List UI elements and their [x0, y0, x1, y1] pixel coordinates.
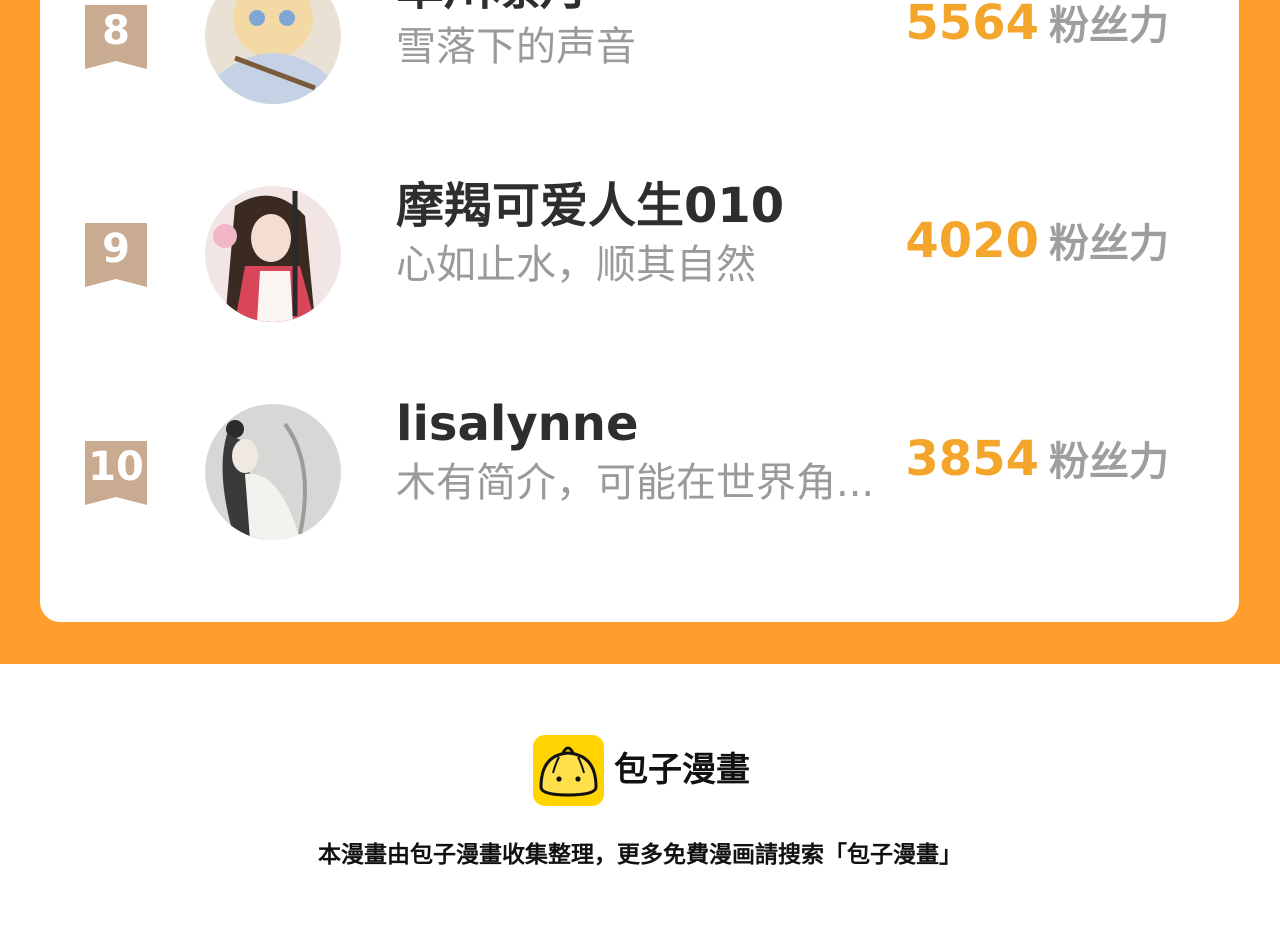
user-name[interactable]: lisalynne [396, 396, 639, 452]
rank-number: 8 [102, 8, 130, 54]
leaderboard-row[interactable]: 9 摩羯可爱人生010 心如止水，顺其自然 4020 粉丝力 [40, 168, 1239, 322]
user-name[interactable]: 摩羯可爱人生010 [396, 178, 784, 234]
avatar[interactable] [205, 0, 341, 104]
brand-name: 包子漫畫 [614, 750, 750, 790]
baozi-logo-icon [533, 735, 604, 806]
fans-score: 5564 粉丝力 [905, 0, 1169, 62]
fans-count: 4020 [905, 213, 1039, 269]
fans-count: 5564 [905, 0, 1039, 51]
user-name[interactable]: 草川凛月 [396, 0, 588, 16]
user-bio: 木有简介，可能在世界角... [396, 460, 875, 506]
user-bio: 雪落下的声音 [396, 24, 636, 70]
avatar[interactable] [205, 186, 341, 322]
source-note: 本漫畫由包子漫畫收集整理，更多免費漫画請搜索「包子漫畫」 [318, 842, 962, 868]
fans-label: 粉丝力 [1049, 221, 1169, 267]
rank-number: 10 [88, 444, 144, 490]
rank-badge: 9 [85, 223, 147, 287]
avatar[interactable] [205, 404, 341, 540]
leaderboard-card: 8 草川凛月 雪落下的声音 5564粉丝力 9 [40, 0, 1239, 622]
fans-label: 粉丝力 [1049, 439, 1169, 485]
fans-count: 3854 [905, 431, 1039, 487]
fans-score: 4020 粉丝力 [905, 213, 1169, 280]
rank-badge: 10 [85, 441, 147, 505]
leaderboard-row[interactable]: 10 lisalynne 木有简介，可能在世界角... 3854 粉丝力 [40, 386, 1239, 540]
leaderboard-row[interactable]: 8 草川凛月 雪落下的声音 5564粉丝力 [40, 0, 1239, 104]
user-bio: 心如止水，顺其自然 [396, 242, 756, 288]
rank-number: 9 [102, 226, 130, 272]
fans-score: 3854 粉丝力 [905, 431, 1169, 498]
rank-badge: 8 [85, 5, 147, 69]
fans-label: 粉丝力 [1049, 3, 1169, 49]
